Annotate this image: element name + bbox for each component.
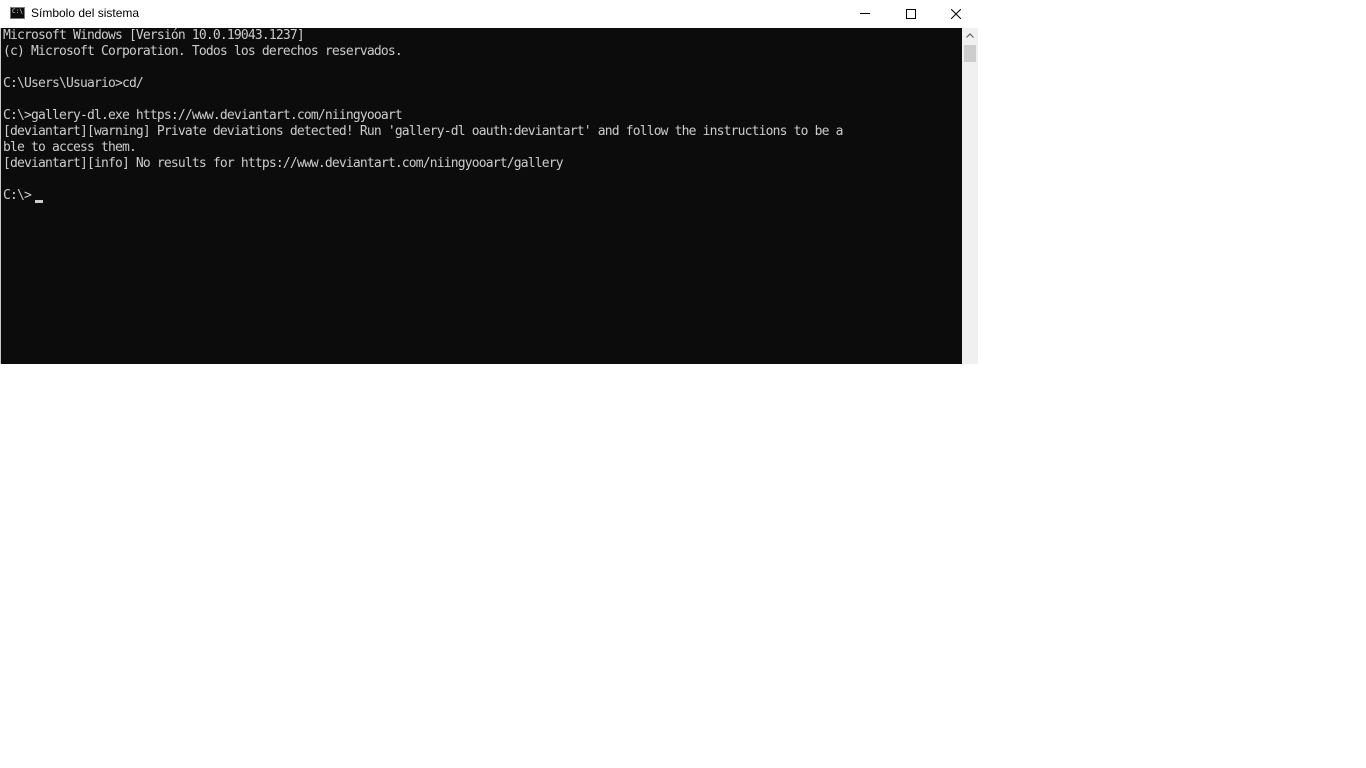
console-output[interactable]: Microsoft Windows [Versión 10.0.19043.12… bbox=[0, 28, 962, 364]
window-title: Símbolo del sistema bbox=[31, 6, 140, 20]
text-cursor bbox=[35, 200, 43, 203]
scroll-thumb[interactable] bbox=[964, 45, 976, 62]
chevron-up-icon bbox=[966, 33, 974, 38]
console-line-version: Microsoft Windows [Versión 10.0.19043.12… bbox=[3, 28, 305, 43]
console-line-warning: [deviantart][warning] Private deviations… bbox=[3, 124, 843, 139]
minimize-button[interactable] bbox=[842, 0, 888, 28]
title-bar[interactable]: Símbolo del sistema bbox=[0, 0, 978, 28]
close-button[interactable] bbox=[933, 0, 979, 28]
scroll-up-button[interactable] bbox=[962, 28, 978, 44]
console-line-copyright: (c) Microsoft Corporation. Todos los der… bbox=[3, 44, 403, 59]
console-line-gallery-command: C:\>gallery-dl.exe https://www.deviantar… bbox=[3, 108, 403, 123]
maximize-button[interactable] bbox=[888, 0, 934, 28]
console-line-warning-wrap: ble to access them. bbox=[3, 140, 137, 155]
console-line-cd-command: C:\Users\Usuario>cd/ bbox=[3, 76, 144, 91]
console-line-info: [deviantart][info] No results for https:… bbox=[3, 156, 564, 171]
cmd-window: Símbolo del sistema Microsoft Windows [V… bbox=[0, 0, 978, 364]
vertical-scrollbar[interactable] bbox=[962, 28, 978, 364]
minimize-icon bbox=[860, 13, 870, 14]
maximize-icon bbox=[906, 9, 916, 19]
cmd-icon[interactable] bbox=[10, 7, 25, 19]
close-icon bbox=[951, 9, 961, 19]
console-prompt[interactable]: C:\> bbox=[3, 188, 32, 204]
